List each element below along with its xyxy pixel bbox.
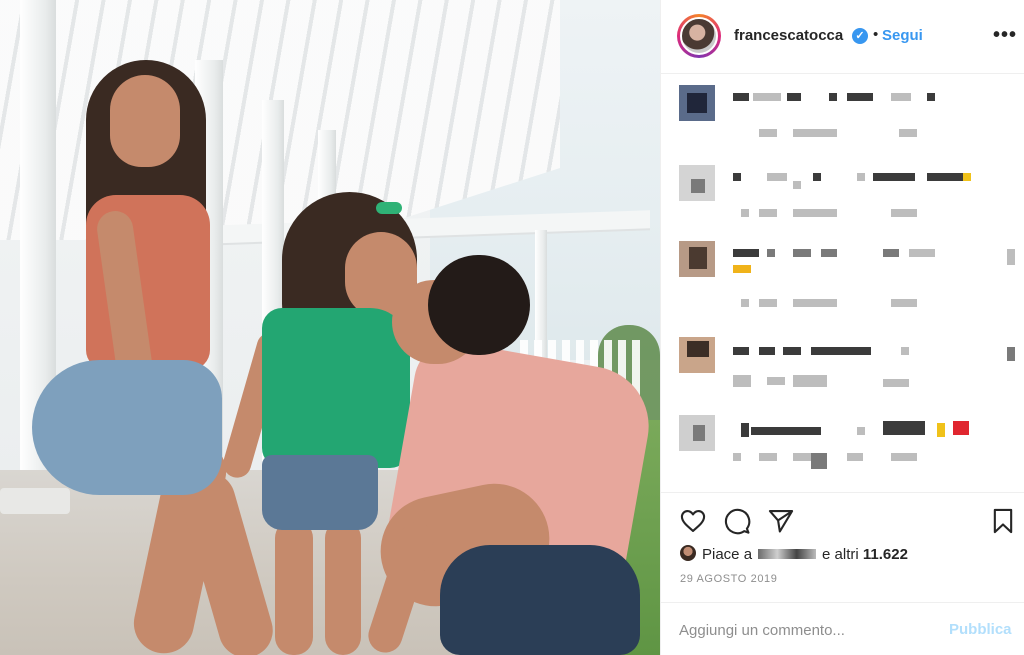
comment-item: [661, 337, 1024, 417]
man-shorts: [440, 545, 640, 655]
comment-avatar[interactable]: [679, 337, 715, 373]
comment-item: [661, 85, 1024, 165]
girl-top: [262, 308, 410, 468]
verified-badge-icon: ✓: [852, 28, 868, 44]
profile-avatar[interactable]: [680, 17, 718, 55]
post-header: francescatocca ✓ • Segui •••: [661, 0, 1024, 74]
comment-avatar[interactable]: [679, 165, 715, 201]
comment-avatar[interactable]: [679, 415, 715, 451]
liker-avatar: [680, 545, 696, 561]
likes-count[interactable]: 11.622: [863, 546, 908, 563]
comment-composer: Pubblica: [661, 602, 1024, 655]
girl-shorts: [262, 455, 378, 530]
comment-item: [661, 165, 1024, 245]
girl-leg: [325, 520, 361, 655]
username-link[interactable]: francescatocca: [734, 27, 843, 44]
woman-face: [110, 75, 180, 167]
comment-bubble-icon[interactable]: [723, 507, 751, 535]
post-actions: Piace a e altri 11.622 29 AGOSTO 2019: [661, 492, 1024, 602]
comment-item: [661, 415, 1024, 495]
bookmark-icon[interactable]: [989, 507, 1017, 535]
man-hair: [428, 255, 530, 355]
comment-item: [661, 241, 1024, 321]
likes-summary[interactable]: Piace a e altri 11.622: [680, 545, 908, 565]
comment-avatar[interactable]: [679, 241, 715, 277]
post-photo[interactable]: [0, 0, 660, 655]
comment-input[interactable]: [679, 619, 929, 641]
story-ring[interactable]: [677, 14, 721, 58]
likes-suffix: e altri: [822, 546, 859, 563]
separator-dot: •: [873, 26, 879, 43]
likes-prefix: Piace a: [702, 546, 753, 563]
comments-list[interactable]: [661, 75, 1024, 495]
more-options-icon[interactable]: •••: [993, 24, 1017, 47]
publish-button[interactable]: Pubblica: [949, 621, 1012, 638]
liker-name-redacted[interactable]: [758, 549, 817, 559]
post-date[interactable]: 29 AGOSTO 2019: [680, 573, 777, 585]
paper-plane-icon[interactable]: [767, 507, 795, 535]
follow-button[interactable]: Segui: [882, 27, 923, 44]
heart-icon[interactable]: [679, 507, 707, 535]
woman-shorts: [32, 360, 222, 495]
comment-avatar[interactable]: [679, 85, 715, 121]
photo-bench: [0, 488, 70, 514]
girl-hairband: [376, 202, 402, 214]
girl-leg: [275, 520, 313, 655]
post-side-panel: francescatocca ✓ • Segui ••• Piace a e a…: [660, 0, 1024, 655]
